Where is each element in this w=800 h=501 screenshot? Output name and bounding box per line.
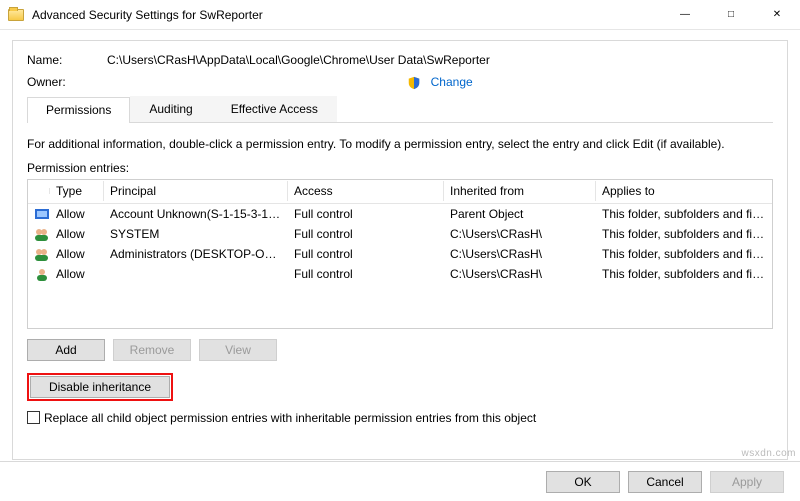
cell-inherited: Parent Object — [444, 206, 596, 222]
owner-label: Owner: — [27, 75, 107, 89]
add-button[interactable]: Add — [27, 339, 105, 361]
cell-applies: This folder, subfolders and files — [596, 206, 772, 222]
col-access[interactable]: Access — [288, 181, 444, 201]
cell-principal: Account Unknown(S-1-15-3-102… — [104, 206, 288, 222]
window-title: Advanced Security Settings for SwReporte… — [32, 8, 662, 22]
tab-auditing[interactable]: Auditing — [130, 96, 211, 122]
disable-inheritance-button[interactable]: Disable inheritance — [30, 376, 170, 398]
table-row[interactable]: Allow Full control C:\Users\CRasH\ This … — [28, 264, 772, 284]
cell-access: Full control — [288, 206, 444, 222]
principal-icon — [34, 247, 50, 261]
name-label: Name: — [27, 53, 107, 67]
main-panel: Name: C:\Users\CRasH\AppData\Local\Googl… — [12, 40, 788, 460]
cell-type: Allow — [50, 206, 104, 222]
principal-icon — [34, 207, 50, 221]
maximize-button[interactable]: □ — [708, 0, 754, 30]
replace-checkbox-label: Replace all child object permission entr… — [44, 411, 536, 425]
info-text: For additional information, double-click… — [27, 137, 773, 151]
owner-change: Change — [107, 75, 773, 90]
owner-row: Owner: Change — [27, 75, 773, 90]
cell-type: Allow — [50, 266, 104, 282]
name-row: Name: C:\Users\CRasH\AppData\Local\Googl… — [27, 53, 773, 67]
titlebar: Advanced Security Settings for SwReporte… — [0, 0, 800, 30]
table-row[interactable]: Allow SYSTEM Full control C:\Users\CRasH… — [28, 224, 772, 244]
tab-effective-access[interactable]: Effective Access — [212, 96, 337, 122]
col-inherited[interactable]: Inherited from — [444, 181, 596, 201]
highlight-annotation: Disable inheritance — [27, 373, 173, 401]
view-button: View — [199, 339, 277, 361]
close-button[interactable]: ✕ — [754, 0, 800, 30]
tabs: Permissions Auditing Effective Access — [27, 96, 773, 123]
shield-icon — [407, 76, 421, 90]
name-value: C:\Users\CRasH\AppData\Local\Google\Chro… — [107, 53, 490, 67]
remove-button: Remove — [113, 339, 191, 361]
cancel-button[interactable]: Cancel — [628, 471, 702, 493]
apply-button: Apply — [710, 471, 784, 493]
col-type[interactable]: Type — [50, 181, 104, 201]
principal-icon — [34, 267, 50, 281]
permission-table: Type Principal Access Inherited from App… — [27, 179, 773, 329]
cell-applies: This folder, subfolders and files — [596, 246, 772, 262]
table-row[interactable]: Allow Account Unknown(S-1-15-3-102… Full… — [28, 204, 772, 224]
replace-checkbox[interactable] — [27, 411, 40, 424]
cell-access: Full control — [288, 246, 444, 262]
table-header: Type Principal Access Inherited from App… — [28, 180, 772, 204]
watermark: wsxdn.com — [741, 448, 796, 459]
cell-applies: This folder, subfolders and files — [596, 226, 772, 242]
cell-type: Allow — [50, 226, 104, 242]
cell-applies: This folder, subfolders and files — [596, 266, 772, 282]
table-row[interactable]: Allow Administrators (DESKTOP-O3FGF… Ful… — [28, 244, 772, 264]
entries-label: Permission entries: — [27, 161, 773, 175]
cell-principal: Administrators (DESKTOP-O3FGF… — [104, 246, 288, 262]
folder-icon — [8, 9, 24, 21]
cell-inherited: C:\Users\CRasH\ — [444, 226, 596, 242]
tab-permissions[interactable]: Permissions — [27, 97, 130, 123]
cell-inherited: C:\Users\CRasH\ — [444, 266, 596, 282]
cell-type: Allow — [50, 246, 104, 262]
cell-access: Full control — [288, 226, 444, 242]
col-applies[interactable]: Applies to — [596, 181, 772, 201]
cell-principal — [104, 273, 288, 275]
minimize-button[interactable]: ― — [662, 0, 708, 30]
cell-access: Full control — [288, 266, 444, 282]
replace-checkbox-row: Replace all child object permission entr… — [27, 411, 773, 425]
cell-inherited: C:\Users\CRasH\ — [444, 246, 596, 262]
entry-buttons: Add Remove View — [27, 339, 773, 361]
change-link[interactable]: Change — [431, 75, 473, 89]
col-principal[interactable]: Principal — [104, 181, 288, 201]
ok-button[interactable]: OK — [546, 471, 620, 493]
cell-principal: SYSTEM — [104, 226, 288, 242]
dialog-footer: OK Cancel Apply — [0, 461, 800, 501]
principal-icon — [34, 227, 50, 241]
